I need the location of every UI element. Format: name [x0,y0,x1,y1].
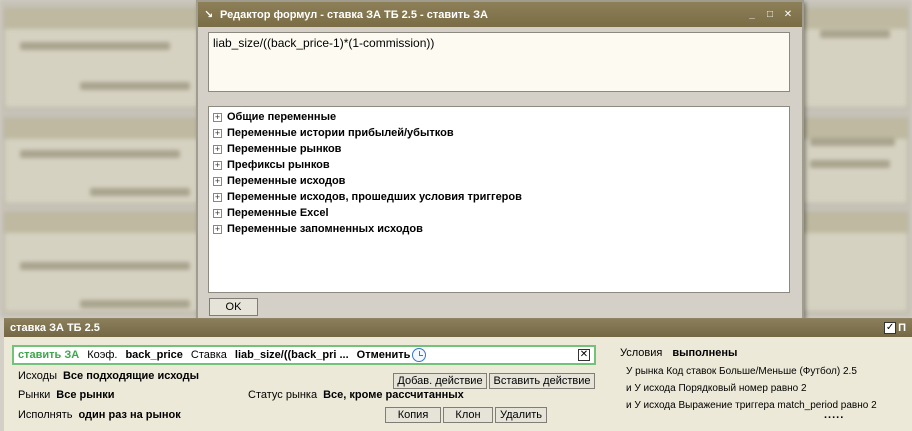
tree-item-label: Переменные рынков [227,143,342,155]
conditions-box[interactable]: Условия выполнены У рынка Код ставок Боль… [612,341,912,431]
expand-icon[interactable]: + [213,224,222,234]
rule-enabled-label: П [898,322,906,334]
coef-value[interactable]: back_price [125,349,182,361]
market-status-label: Статус рынка [248,389,318,401]
tree-item[interactable]: + Переменные рынков [213,141,785,157]
market-status-field: Статус рынка Все, кроме рассчитанных [248,389,464,401]
tree-item[interactable]: + Переменные исходов [213,173,785,189]
expand-icon[interactable]: + [213,176,222,186]
dialog-title: Редактор формул - ставка ЗА ТБ 2.5 - ста… [220,8,488,21]
condition-item: У рынка Код ставок Больше/Меньше (Футбол… [626,366,857,377]
arrow-icon: ↘ [204,9,214,21]
close-icon[interactable]: ✕ [780,8,796,22]
condition-item: и У исхода Порядковый номер равно 2 [626,383,807,394]
tree-item[interactable]: + Переменные исходов, прошедших условия т… [213,189,785,205]
tree-item-label: Переменные исходов [227,175,346,187]
minimize-icon[interactable]: _ [744,8,760,22]
clock-icon[interactable] [412,348,427,362]
tree-item-label: Префиксы рынков [227,159,330,171]
tree-item[interactable]: + Переменные Excel [213,205,785,221]
tree-item-label: Переменные исходов, прошедших условия тр… [227,191,522,203]
tree-item-label: Переменные истории прибылей/убытков [227,127,454,139]
execute-field: Исполнять один раз на рынок [18,409,181,421]
tree-item-label: Общие переменные [227,111,337,123]
conditions-title: Условия выполнены [620,347,737,359]
expand-icon[interactable]: + [213,208,222,218]
tree-item-label: Переменные запомненных исходов [227,223,423,235]
stake-value[interactable]: liab_size/((back_pri ... [235,349,349,361]
conditions-more[interactable]: ..... [824,409,844,421]
markets-label: Рынки [18,389,51,401]
conditions-status: выполнены [672,347,738,359]
rule-panel: ставка ЗА ТБ 2.5 ✓ П ставить ЗА Коэф. ba… [4,318,912,431]
tree-item[interactable]: + Префиксы рынков [213,157,785,173]
formula-editor-dialog: ↘ Редактор формул - ставка ЗА ТБ 2.5 - с… [196,0,804,328]
dialog-titlebar[interactable]: ↘ Редактор формул - ставка ЗА ТБ 2.5 - с… [198,2,802,27]
action-row[interactable]: ставить ЗА Коэф. back_price Ставка liab_… [12,345,596,365]
coef-label: Коэф. [87,349,118,361]
tree-item[interactable]: + Переменные запомненных исходов [213,221,785,237]
market-status-value[interactable]: Все, кроме рассчитанных [323,389,464,401]
rule-panel-header[interactable]: ставка ЗА ТБ 2.5 ✓ П [4,319,912,337]
execute-label: Исполнять [18,409,73,421]
expand-icon[interactable]: + [213,128,222,138]
action-type: ставить ЗА [18,349,80,361]
tree-item-label: Переменные Excel [227,207,329,219]
expand-icon[interactable]: + [213,192,222,202]
add-action-button[interactable]: Добав. действие [393,373,487,389]
rule-title: ставка ЗА ТБ 2.5 [10,322,100,334]
rule-enabled-checkbox[interactable]: ✓ [884,322,897,334]
cancel-label[interactable]: Отменить [357,349,411,361]
insert-action-button[interactable]: Вставить действие [489,373,595,389]
tree-item[interactable]: + Переменные истории прибылей/убытков [213,125,785,141]
stake-label: Ставка [190,349,227,361]
formula-input[interactable]: liab_size/((back_price-1)*(1-commission)… [208,32,790,92]
outcomes-label: Исходы [18,370,57,382]
markets-value[interactable]: Все рынки [56,389,114,401]
clone-button[interactable]: Клон [443,407,493,423]
outcomes-value[interactable]: Все подходящие исходы [63,370,199,382]
execute-value[interactable]: один раз на рынок [78,409,180,421]
variables-tree: + Общие переменные + Переменные истории пр… [208,106,790,293]
copy-button[interactable]: Копия [385,407,441,423]
conditions-label: Условия [620,347,663,359]
delete-button[interactable]: Удалить [495,407,547,423]
remove-action-icon[interactable]: ✕ [578,349,590,361]
expand-icon[interactable]: + [213,144,222,154]
ok-button[interactable]: OK [209,298,258,316]
expand-icon[interactable]: + [213,160,222,170]
outcomes-field: Исходы Все подходящие исходы [18,370,199,382]
maximize-icon[interactable]: □ [762,8,778,22]
expand-icon[interactable]: + [213,112,222,122]
markets-field: Рынки Все рынки [18,389,115,401]
tree-item[interactable]: + Общие переменные [213,109,785,125]
